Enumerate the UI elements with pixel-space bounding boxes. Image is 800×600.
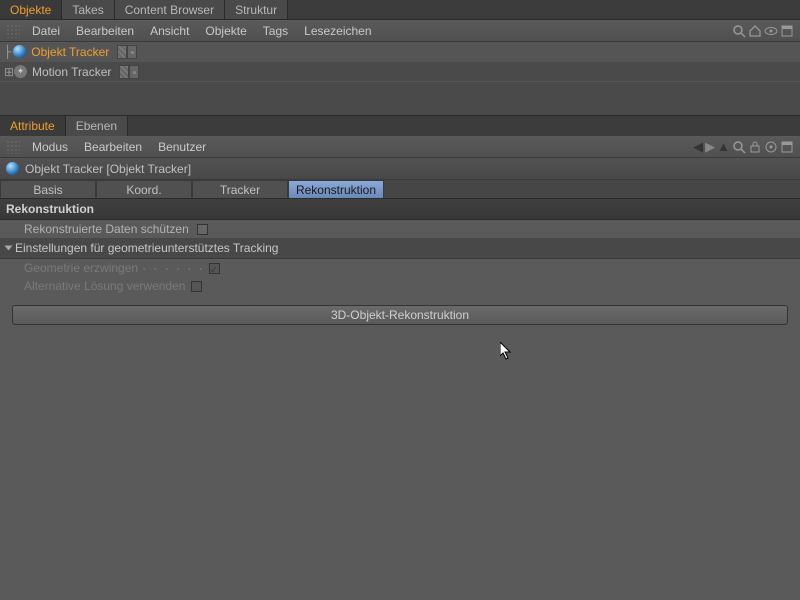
force-geometry-label: Geometrie erzwingen xyxy=(24,261,138,275)
nav-up-icon[interactable]: ▲ xyxy=(717,139,730,154)
visibility-flag-icon[interactable] xyxy=(117,45,127,59)
lock-icon[interactable] xyxy=(748,140,762,154)
menu-ansicht[interactable]: Ansicht xyxy=(142,24,197,38)
search-icon[interactable] xyxy=(732,140,746,154)
tree-row-motion-tracker[interactable]: ⊞ ✦ Motion Tracker xyxy=(0,62,800,82)
protect-data-label: Rekonstruierte Daten schützen xyxy=(24,222,189,236)
section-rekonstruktion: Rekonstruktion xyxy=(0,198,800,220)
mouse-cursor-icon xyxy=(500,342,514,362)
eye-icon[interactable] xyxy=(764,24,778,38)
dots-separator: · · · · · · xyxy=(142,261,205,275)
protect-data-checkbox[interactable] xyxy=(197,224,208,235)
geo-tracking-label: Einstellungen für geometrieunterstütztes… xyxy=(15,241,278,255)
proptab-tracker[interactable]: Tracker xyxy=(192,180,288,198)
search-icon[interactable] xyxy=(732,24,746,38)
force-geometry-checkbox xyxy=(209,263,220,274)
tree-row-objekt-tracker[interactable]: ├ Objekt Tracker xyxy=(0,42,800,62)
menu-tags[interactable]: Tags xyxy=(255,24,296,38)
render-flag-icon[interactable] xyxy=(127,45,137,59)
tree-expand-icon[interactable]: ⊞ xyxy=(4,65,14,79)
sphere-icon xyxy=(13,45,27,58)
home-icon[interactable] xyxy=(748,24,762,38)
tab-takes[interactable]: Takes xyxy=(62,0,114,19)
nav-back-icon[interactable]: ◀ xyxy=(693,139,703,155)
panel-grip-icon[interactable] xyxy=(6,140,20,154)
tab-attribute[interactable]: Attribute xyxy=(0,116,66,136)
target-icon[interactable] xyxy=(764,140,778,154)
disclosure-triangle-icon xyxy=(5,246,13,251)
proptab-koord[interactable]: Koord. xyxy=(96,180,192,198)
dock-icon[interactable] xyxy=(780,140,794,154)
sphere-icon xyxy=(6,162,19,175)
alt-solution-checkbox xyxy=(191,281,202,292)
tab-content-browser[interactable]: Content Browser xyxy=(115,0,225,19)
menu-lesezeichen[interactable]: Lesezeichen xyxy=(296,24,379,38)
proptab-basis[interactable]: Basis xyxy=(0,180,96,198)
geo-tracking-section[interactable]: Einstellungen für geometrieunterstütztes… xyxy=(0,238,800,259)
reconstruct-button[interactable]: 3D-Objekt-Rekonstruktion xyxy=(12,305,788,325)
dock-icon[interactable] xyxy=(780,24,794,38)
visibility-flag-icon[interactable] xyxy=(119,65,129,79)
object-header-title: Objekt Tracker [Objekt Tracker] xyxy=(25,162,191,176)
motion-tracker-icon: ✦ xyxy=(14,65,28,78)
tree-branch-icon: ├ xyxy=(4,45,11,59)
proptab-rekonstruktion[interactable]: Rekonstruktion xyxy=(288,180,384,198)
menu-modus[interactable]: Modus xyxy=(24,140,76,154)
menu-bearbeiten[interactable]: Bearbeiten xyxy=(68,24,142,38)
tree-label: Motion Tracker xyxy=(32,65,111,79)
menu-datei[interactable]: Datei xyxy=(24,24,68,38)
tab-ebenen[interactable]: Ebenen xyxy=(66,116,128,136)
object-tree: ├ Objekt Tracker ⊞ ✦ Motion Tracker xyxy=(0,42,800,116)
menu-objekte[interactable]: Objekte xyxy=(197,24,254,38)
tab-struktur[interactable]: Struktur xyxy=(225,0,288,19)
panel-grip-icon[interactable] xyxy=(6,24,20,38)
nav-forward-icon[interactable]: ▶ xyxy=(705,139,715,155)
tree-label: Objekt Tracker xyxy=(31,45,109,59)
menu-bearbeiten-attr[interactable]: Bearbeiten xyxy=(76,140,150,154)
tab-objekte[interactable]: Objekte xyxy=(0,0,62,19)
alt-solution-label: Alternative Lösung verwenden xyxy=(24,279,185,293)
menu-benutzer[interactable]: Benutzer xyxy=(150,140,214,154)
render-flag-icon[interactable] xyxy=(129,65,139,79)
